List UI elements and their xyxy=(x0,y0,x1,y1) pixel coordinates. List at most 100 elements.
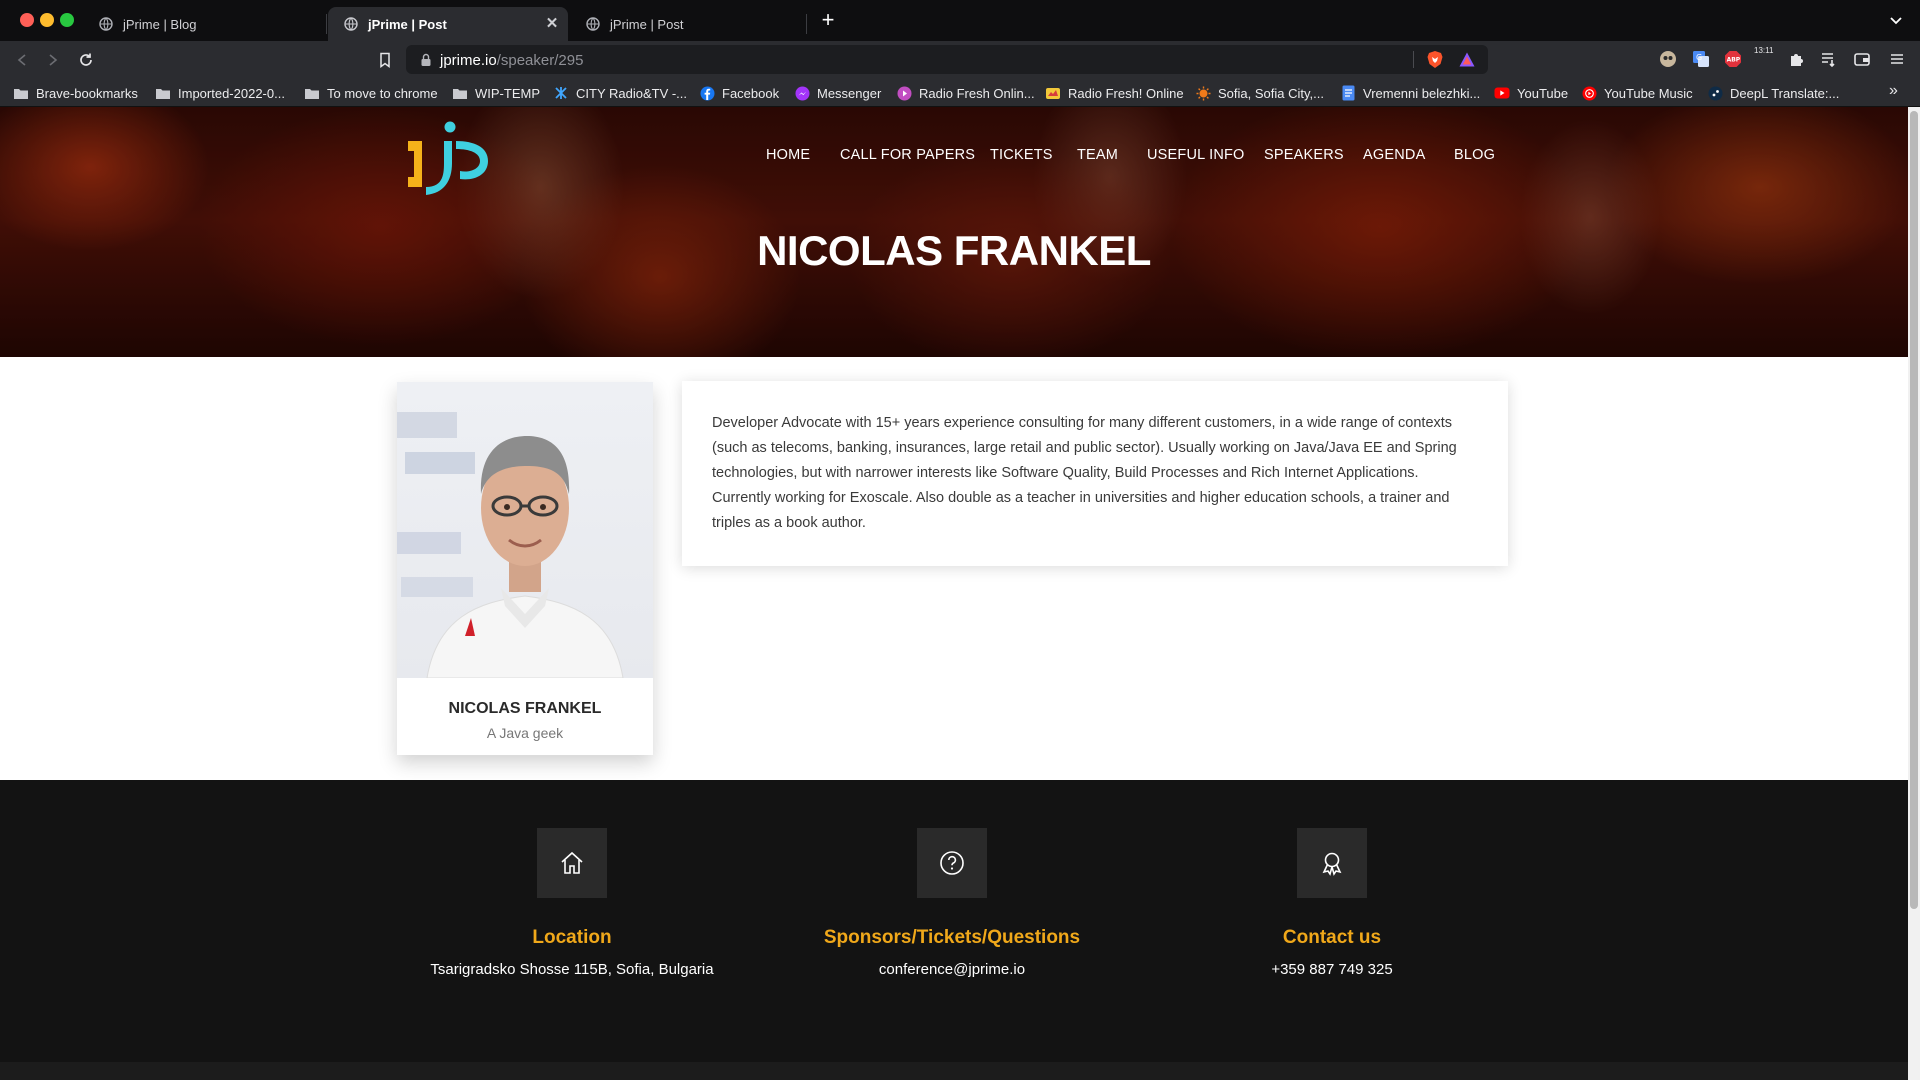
footer-email-link[interactable]: conference@jprime.io xyxy=(762,961,1142,978)
bookmark-label: Vremenni belezhki... xyxy=(1363,85,1481,101)
forward-button[interactable] xyxy=(40,47,66,73)
speaker-tagline: A Java geek xyxy=(486,725,564,741)
bookmark-brave-bookmarks[interactable]: Brave-bookmarks xyxy=(13,84,138,102)
bookmark-vremenni-belezhki[interactable]: Vremenni belezhki... xyxy=(1340,84,1480,102)
nav-blog[interactable]: BLOG xyxy=(1454,147,1495,163)
bookmark-youtube[interactable]: YouTube xyxy=(1494,84,1568,102)
back-button[interactable] xyxy=(9,47,35,73)
bookmark-to-move-to-chrome[interactable]: To move to chrome xyxy=(304,84,438,102)
globe-icon xyxy=(586,17,600,31)
more-bookmarks-button[interactable]: » xyxy=(1889,82,1898,100)
page-title: NICOLAS FRANKEL xyxy=(757,227,1151,274)
nav-team[interactable]: TEAM xyxy=(1077,147,1118,163)
speaker-bio-card: Developer Advocate with 15+ years experi… xyxy=(682,381,1508,566)
page-scrollbar[interactable] xyxy=(1908,107,1920,1080)
url-divider xyxy=(1413,51,1414,68)
bookmark-radio-fresh[interactable]: Radio Fresh! Online xyxy=(1045,84,1184,102)
brave-shields-icon[interactable] xyxy=(1426,50,1444,69)
extensions-puzzle-icon[interactable] xyxy=(1788,50,1806,68)
footer-location-text: Tsarigradsko Shosse 115B, Sofia, Bulgari… xyxy=(430,961,714,978)
globe-icon xyxy=(344,17,358,31)
bookmark-weather-sofia[interactable]: Sofia, Sofia City,... xyxy=(1195,84,1324,102)
nav-useful-info[interactable]: USEFUL INFO xyxy=(1147,147,1245,163)
messenger-icon xyxy=(794,86,810,100)
speaker-photo xyxy=(397,382,653,678)
bookmark-youtube-music[interactable]: YouTube Music xyxy=(1581,84,1693,102)
menu-hamburger-icon[interactable] xyxy=(1888,50,1906,68)
bookmark-deepl[interactable]: DeepL Translate:... xyxy=(1707,84,1839,102)
google-translate-icon[interactable]: G xyxy=(1692,50,1710,68)
speaker-card: NICOLAS FRANKEL A Java geek xyxy=(397,382,653,755)
nav-tickets[interactable]: TICKETS xyxy=(990,147,1053,163)
svg-text:ABP: ABP xyxy=(1727,57,1741,64)
brave-rewards-icon[interactable] xyxy=(1458,51,1476,68)
nav-home[interactable]: HOME xyxy=(766,147,810,163)
bookmark-label: Brave-bookmarks xyxy=(36,85,138,101)
home-icon xyxy=(537,828,607,898)
svg-text:G: G xyxy=(1696,53,1702,62)
adblock-plus-icon[interactable]: ABP xyxy=(1724,50,1742,68)
footer-location: Location Tsarigradsko Shosse 115B, Sofia… xyxy=(382,828,762,978)
maximize-window-button[interactable] xyxy=(60,13,74,27)
bookmark-facebook[interactable]: Facebook xyxy=(699,84,779,102)
address-bar[interactable]: jprime.io/speaker/295 xyxy=(406,45,1488,74)
bookmark-page-icon[interactable] xyxy=(372,47,398,73)
clock-badge: 13:11 xyxy=(1754,46,1774,55)
tab-separator xyxy=(806,14,807,34)
footer-questions: Sponsors/Tickets/Questions conference@jp… xyxy=(762,828,1142,978)
folder-icon xyxy=(304,86,320,100)
bookmarks-bar: Brave-bookmarks Imported-2022-0... To mo… xyxy=(0,78,1920,107)
tab-post[interactable]: jPrime | Post xyxy=(570,7,806,41)
bookmark-city-radio[interactable]: CITY Radio&TV -... xyxy=(553,84,687,102)
bookmark-imported[interactable]: Imported-2022-0... xyxy=(155,84,285,102)
bookmark-label: Radio Fresh! Online xyxy=(1068,85,1184,101)
city-radio-icon xyxy=(553,86,569,100)
bookmark-label: To move to chrome xyxy=(327,85,438,101)
wallet-icon[interactable] xyxy=(1853,50,1871,68)
bookmark-label: Messenger xyxy=(817,85,882,101)
question-icon xyxy=(917,828,987,898)
url-host: jprime.io xyxy=(440,52,497,69)
close-window-button[interactable] xyxy=(20,13,34,27)
hero-banner: HOME CALL FOR PAPERS TICKETS TEAM USEFUL… xyxy=(0,107,1908,357)
browser-toolbar: jprime.io/speaker/295 G ABP 13:11 xyxy=(0,41,1920,78)
folder-icon xyxy=(155,86,171,100)
minimize-window-button[interactable] xyxy=(40,13,54,27)
bookmark-wip-temp[interactable]: WIP-TEMP xyxy=(452,84,540,102)
bookmark-label: Sofia, Sofia City,... xyxy=(1218,85,1324,101)
close-tab-icon[interactable]: ✕ xyxy=(544,16,560,32)
tab-post-active[interactable]: jPrime | Post ✕ xyxy=(328,7,568,41)
reload-button[interactable] xyxy=(73,47,99,73)
scrollbar-thumb[interactable] xyxy=(1910,111,1918,909)
nav-speakers[interactable]: SPEAKERS xyxy=(1264,147,1344,163)
globe-icon xyxy=(99,17,113,31)
bookmark-label: YouTube Music xyxy=(1604,85,1693,101)
bookmark-label: Radio Fresh Onlin... xyxy=(919,85,1035,101)
nav-call-for-papers[interactable]: CALL FOR PAPERS xyxy=(840,147,975,163)
tab-list-chevron-icon[interactable] xyxy=(1888,12,1904,28)
footer-questions-title: Sponsors/Tickets/Questions xyxy=(823,927,1081,948)
reading-list-icon[interactable] xyxy=(1820,50,1838,68)
deepl-icon xyxy=(1707,86,1723,100)
bookmark-label: YouTube xyxy=(1517,85,1569,101)
footer-bottom-bar xyxy=(0,1062,1908,1080)
nav-agenda[interactable]: AGENDA xyxy=(1363,147,1425,163)
weather-icon xyxy=(1195,86,1211,100)
site-footer: Location Tsarigradsko Shosse 115B, Sofia… xyxy=(0,780,1908,1080)
profile-avatar-icon[interactable] xyxy=(1659,50,1677,68)
youtube-icon xyxy=(1494,86,1510,100)
tab-blog[interactable]: jPrime | Blog xyxy=(83,7,323,41)
footer-phone-link[interactable]: +359 887 749 325 xyxy=(1142,961,1522,978)
bookmark-radio-fresh-online[interactable]: Radio Fresh Onlin... xyxy=(896,84,1035,102)
bookmark-label: WIP-TEMP xyxy=(475,85,540,101)
bookmark-messenger[interactable]: Messenger xyxy=(794,84,881,102)
footer-contact-title: Contact us xyxy=(1282,927,1382,948)
tab-strip: jPrime | Blog jPrime | Post ✕ jPrime | P… xyxy=(0,0,1920,41)
new-tab-button[interactable]: + xyxy=(817,8,839,32)
url-text: jprime.io/speaker/295 xyxy=(440,52,583,69)
radio-fresh-alt-icon xyxy=(1045,86,1061,100)
folder-icon xyxy=(13,86,29,100)
bookmark-label: Imported-2022-0... xyxy=(178,85,285,101)
footer-contact: Contact us +359 887 749 325 xyxy=(1142,828,1522,978)
speaker-bio-text: Developer Advocate with 15+ years experi… xyxy=(712,415,1457,531)
